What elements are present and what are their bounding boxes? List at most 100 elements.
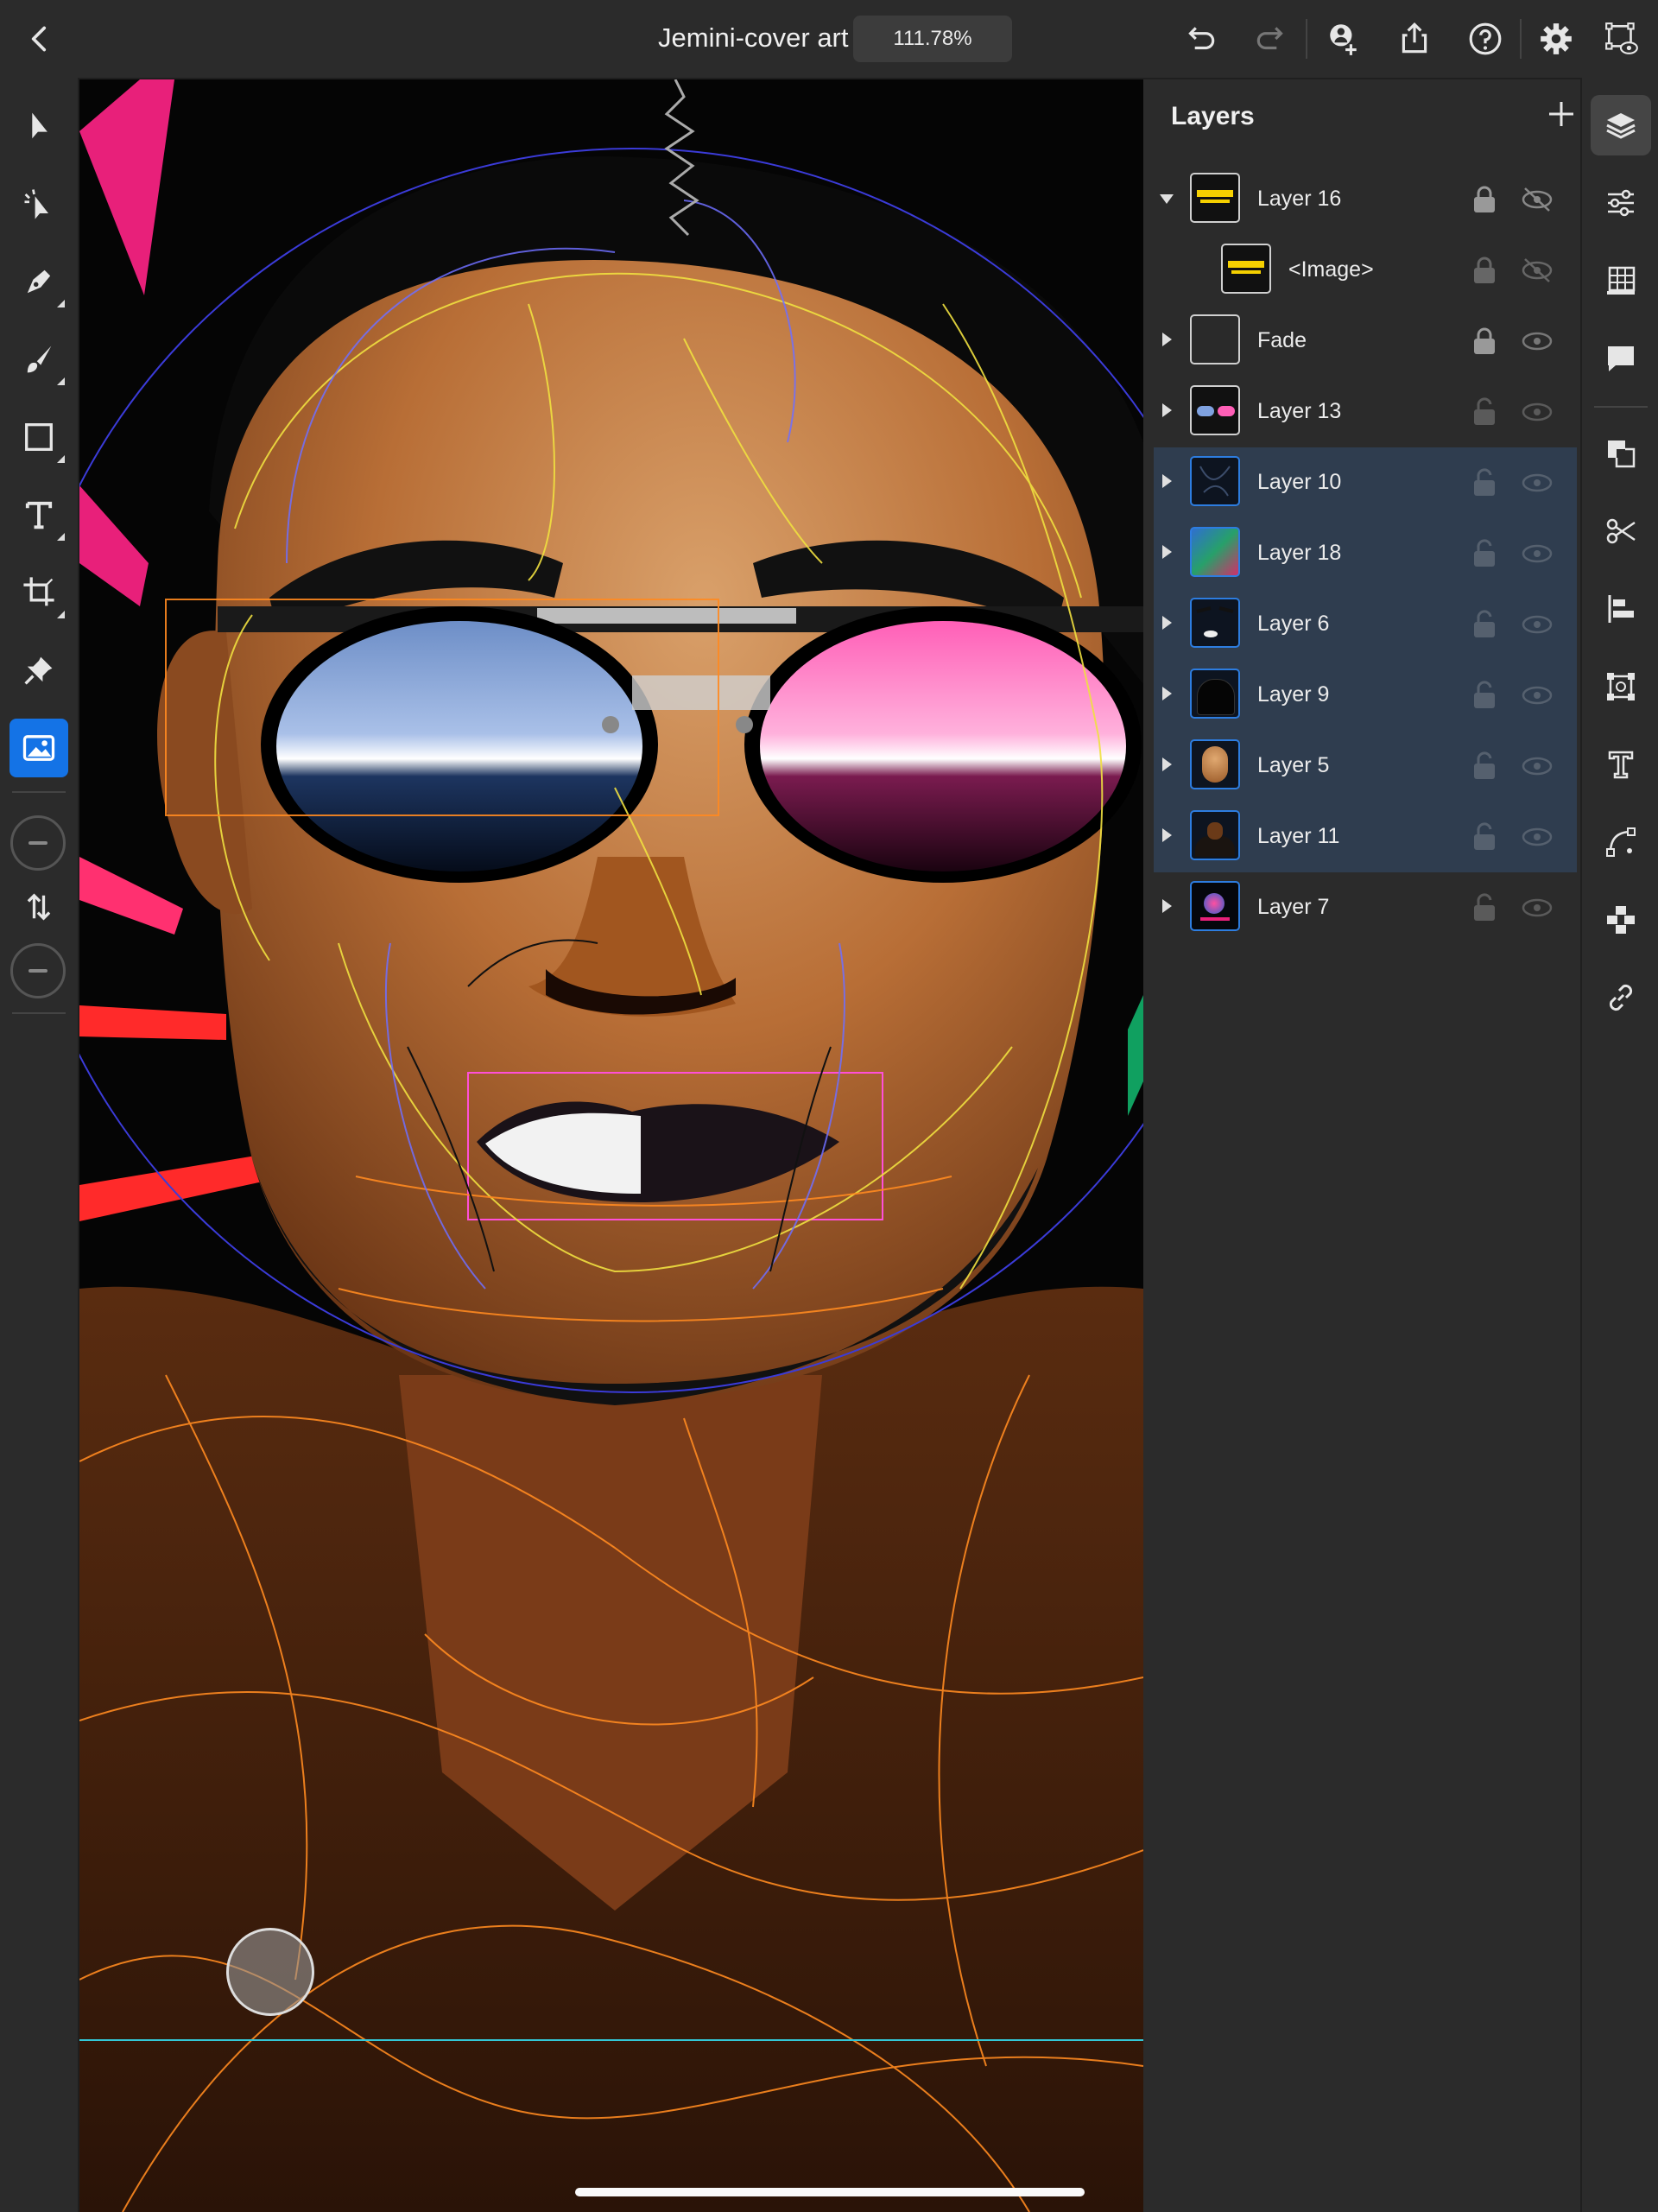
layer-name: Layer 7 [1257,895,1330,919]
expand-arrow-icon[interactable] [1162,828,1172,842]
unlocked-icon[interactable] [1471,893,1497,922]
layer-row[interactable]: Layer 18 [1154,518,1577,589]
selection-icon[interactable] [9,97,68,155]
layer-thumbnail [1190,669,1240,719]
undo-icon[interactable] [1176,15,1225,63]
direct-selection-icon[interactable] [9,174,68,233]
toolbar-divider [1306,19,1307,59]
tool-divider [12,791,66,793]
eye-icon[interactable] [1520,539,1554,568]
link-icon[interactable] [1591,967,1651,1028]
layer-row[interactable]: Layer 11 [1154,802,1577,872]
paintbrush-icon[interactable] [9,330,68,389]
eye-icon[interactable] [1520,326,1554,356]
tool-divider [12,1012,66,1014]
layer-row[interactable]: Layer 9 [1154,660,1577,731]
layers-icon[interactable] [1591,95,1651,155]
touch-modifier-button[interactable] [226,1928,314,2016]
repeat-icon[interactable] [1591,890,1651,950]
layer-name: Layer 18 [1257,541,1342,565]
image-icon[interactable] [9,719,68,777]
right-toolbar [1580,78,1658,2212]
eye-icon[interactable] [1520,681,1554,710]
pin-icon[interactable] [9,641,68,700]
fill-swatch[interactable] [10,943,66,998]
unlocked-icon[interactable] [1471,751,1497,781]
type-properties-icon[interactable] [1591,734,1651,795]
eye-icon[interactable] [1520,822,1554,852]
unlocked-icon[interactable] [1471,610,1497,639]
expand-arrow-icon[interactable] [1162,403,1172,417]
layer-thumbnail [1190,598,1240,648]
eye-icon[interactable] [1520,751,1554,781]
layer-name: Layer 10 [1257,470,1342,494]
expand-arrow-icon[interactable] [1162,616,1172,630]
expand-arrow-icon[interactable] [1162,687,1172,700]
layer-thumbnail [1190,810,1240,860]
unlocked-icon[interactable] [1471,397,1497,427]
unlocked-icon[interactable] [1471,468,1497,498]
share-icon[interactable] [1390,15,1439,63]
locked-icon[interactable] [1471,185,1497,214]
layer-row[interactable]: Layer 16 [1154,164,1577,235]
crop-icon[interactable] [9,563,68,622]
eye-icon[interactable] [1520,893,1554,922]
eye-icon[interactable] [1520,397,1554,427]
layer-row[interactable]: Layer 10 [1154,447,1577,518]
path-icon[interactable] [1591,812,1651,872]
artwork-illustration [79,79,1143,2212]
cut-icon[interactable] [1591,501,1651,561]
expand-arrow-icon[interactable] [1162,545,1172,559]
toolbar-divider [1520,19,1522,59]
swap-icon[interactable] [9,878,68,936]
layer-name: Layer 13 [1257,399,1342,423]
document-title[interactable]: Jemini-cover art [658,22,849,54]
zoom-level[interactable]: 111.78% [853,16,1012,62]
preview-icon[interactable] [1598,15,1646,63]
rectangle-icon[interactable] [9,408,68,466]
grid-icon[interactable] [1591,250,1651,311]
layer-thumbnail [1221,244,1271,294]
expand-arrow-icon[interactable] [1162,474,1172,488]
type-icon[interactable] [9,485,68,544]
layer-row[interactable]: <Image> [1154,235,1577,306]
left-toolbar [0,78,79,2212]
eye-icon[interactable] [1520,610,1554,639]
align-icon[interactable] [1591,579,1651,639]
stroke-swatch[interactable] [10,815,66,871]
properties-icon[interactable] [1591,173,1651,233]
hidden-eye-icon[interactable] [1520,256,1554,285]
unlocked-icon[interactable] [1471,822,1497,852]
locked-icon[interactable] [1471,326,1497,356]
hidden-eye-icon[interactable] [1520,185,1554,214]
unlocked-icon[interactable] [1471,539,1497,568]
eye-icon[interactable] [1520,468,1554,498]
layer-row[interactable]: Layer 13 [1154,377,1577,447]
redo-icon[interactable] [1247,15,1295,63]
comments-icon[interactable] [1591,328,1651,389]
layer-name: Fade [1257,328,1307,352]
combine-shapes-icon[interactable] [1591,423,1651,484]
layer-row[interactable]: Fade [1154,306,1577,377]
layer-thumbnail [1190,527,1240,577]
expand-arrow-icon[interactable] [1162,757,1172,771]
expand-arrow-icon[interactable] [1162,899,1172,913]
layer-row[interactable]: Layer 5 [1154,731,1577,802]
expand-arrow-icon[interactable] [1162,333,1172,346]
help-icon[interactable] [1461,15,1509,63]
back-chevron-icon[interactable] [16,15,64,63]
layer-thumbnail [1190,385,1240,435]
layer-row[interactable]: Layer 7 [1154,872,1577,943]
settings-icon[interactable] [1532,15,1580,63]
pen-icon[interactable] [9,252,68,311]
layer-name: Layer 9 [1257,682,1330,707]
transform-icon[interactable] [1591,656,1651,717]
unlocked-icon[interactable] [1471,681,1497,710]
artboard-canvas[interactable] [79,79,1143,2212]
invite-user-icon[interactable] [1319,15,1368,63]
locked-icon[interactable] [1471,256,1497,285]
home-indicator[interactable] [575,2188,1085,2196]
layer-row[interactable]: Layer 6 [1154,589,1577,660]
add-layer-icon[interactable] [1544,97,1579,131]
expand-arrow-icon[interactable] [1160,194,1174,204]
